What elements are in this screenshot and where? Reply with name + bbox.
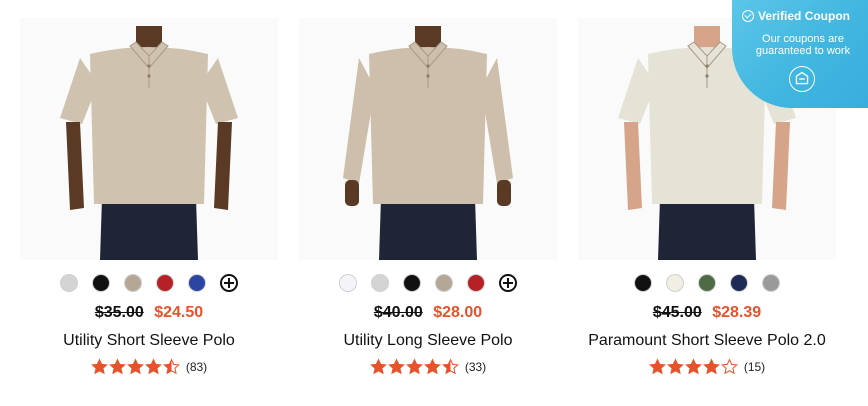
price: $40.00 $28.00 xyxy=(289,304,567,322)
product-photo xyxy=(299,18,557,260)
verified-coupon-badge[interactable]: Verified Coupon Our coupons are guarante… xyxy=(732,0,868,108)
color-swatch[interactable] xyxy=(403,274,421,292)
color-swatch[interactable] xyxy=(467,274,485,292)
sale-price: $28.39 xyxy=(712,304,762,321)
color-swatches xyxy=(289,274,567,292)
coupon-header: Verified Coupon xyxy=(742,9,850,23)
star-empty-icon xyxy=(720,358,738,375)
star-full-icon xyxy=(90,358,108,375)
star-full-icon xyxy=(702,358,720,375)
review-count: (33) xyxy=(464,359,487,374)
star-full-icon xyxy=(423,358,441,375)
sale-price: $28.00 xyxy=(433,304,483,321)
color-swatch[interactable] xyxy=(156,274,174,292)
color-swatch[interactable] xyxy=(435,274,453,292)
price: $35.00 $24.50 xyxy=(10,304,288,322)
product-image[interactable] xyxy=(299,18,557,260)
product-rating[interactable]: (33) xyxy=(289,358,567,375)
color-swatch[interactable] xyxy=(634,274,652,292)
star-full-icon xyxy=(405,358,423,375)
product-rating[interactable]: (83) xyxy=(10,358,288,375)
color-swatch[interactable] xyxy=(124,274,142,292)
color-swatch[interactable] xyxy=(339,274,357,292)
more-colors-plus-icon[interactable] xyxy=(220,274,238,292)
color-swatch[interactable] xyxy=(188,274,206,292)
price: $45.00 $28.39 xyxy=(568,304,846,322)
star-full-icon xyxy=(144,358,162,375)
product-image[interactable] xyxy=(20,18,278,260)
color-swatch[interactable] xyxy=(762,274,780,292)
star-full-icon xyxy=(387,358,405,375)
color-swatch[interactable] xyxy=(371,274,389,292)
star-half-icon xyxy=(162,358,180,375)
star-full-icon xyxy=(666,358,684,375)
product-photo xyxy=(20,18,278,260)
star-full-icon xyxy=(648,358,666,375)
star-rating xyxy=(90,358,180,375)
star-half-icon xyxy=(441,358,459,375)
star-full-icon xyxy=(126,358,144,375)
color-swatches xyxy=(10,274,288,292)
color-swatch[interactable] xyxy=(92,274,110,292)
check-circle-icon xyxy=(742,10,754,22)
coupon-logo-icon xyxy=(789,66,815,92)
color-swatch[interactable] xyxy=(666,274,684,292)
product-title[interactable]: Utility Long Sleeve Polo xyxy=(289,332,567,350)
star-rating xyxy=(369,358,459,375)
review-count: (15) xyxy=(743,359,766,374)
color-swatch[interactable] xyxy=(698,274,716,292)
original-price: $40.00 xyxy=(373,304,423,321)
star-rating xyxy=(648,358,738,375)
review-count: (83) xyxy=(185,359,208,374)
color-swatches xyxy=(568,274,846,292)
original-price: $45.00 xyxy=(652,304,702,321)
product-card[interactable]: $40.00 $28.00 Utility Long Sleeve Polo (… xyxy=(289,0,567,406)
more-colors-plus-icon[interactable] xyxy=(499,274,517,292)
star-full-icon xyxy=(369,358,387,375)
star-full-icon xyxy=(108,358,126,375)
product-title[interactable]: Utility Short Sleeve Polo xyxy=(10,332,288,350)
star-full-icon xyxy=(684,358,702,375)
color-swatch[interactable] xyxy=(60,274,78,292)
sale-price: $24.50 xyxy=(154,304,204,321)
coupon-title: Verified Coupon xyxy=(758,9,851,23)
product-rating[interactable]: (15) xyxy=(568,358,846,375)
product-title[interactable]: Paramount Short Sleeve Polo 2.0 xyxy=(568,332,846,350)
color-swatch[interactable] xyxy=(730,274,748,292)
product-card[interactable]: $35.00 $24.50 Utility Short Sleeve Polo … xyxy=(10,0,288,406)
original-price: $35.00 xyxy=(94,304,144,321)
coupon-subtitle: Our coupons are guaranteed to work xyxy=(755,33,851,57)
